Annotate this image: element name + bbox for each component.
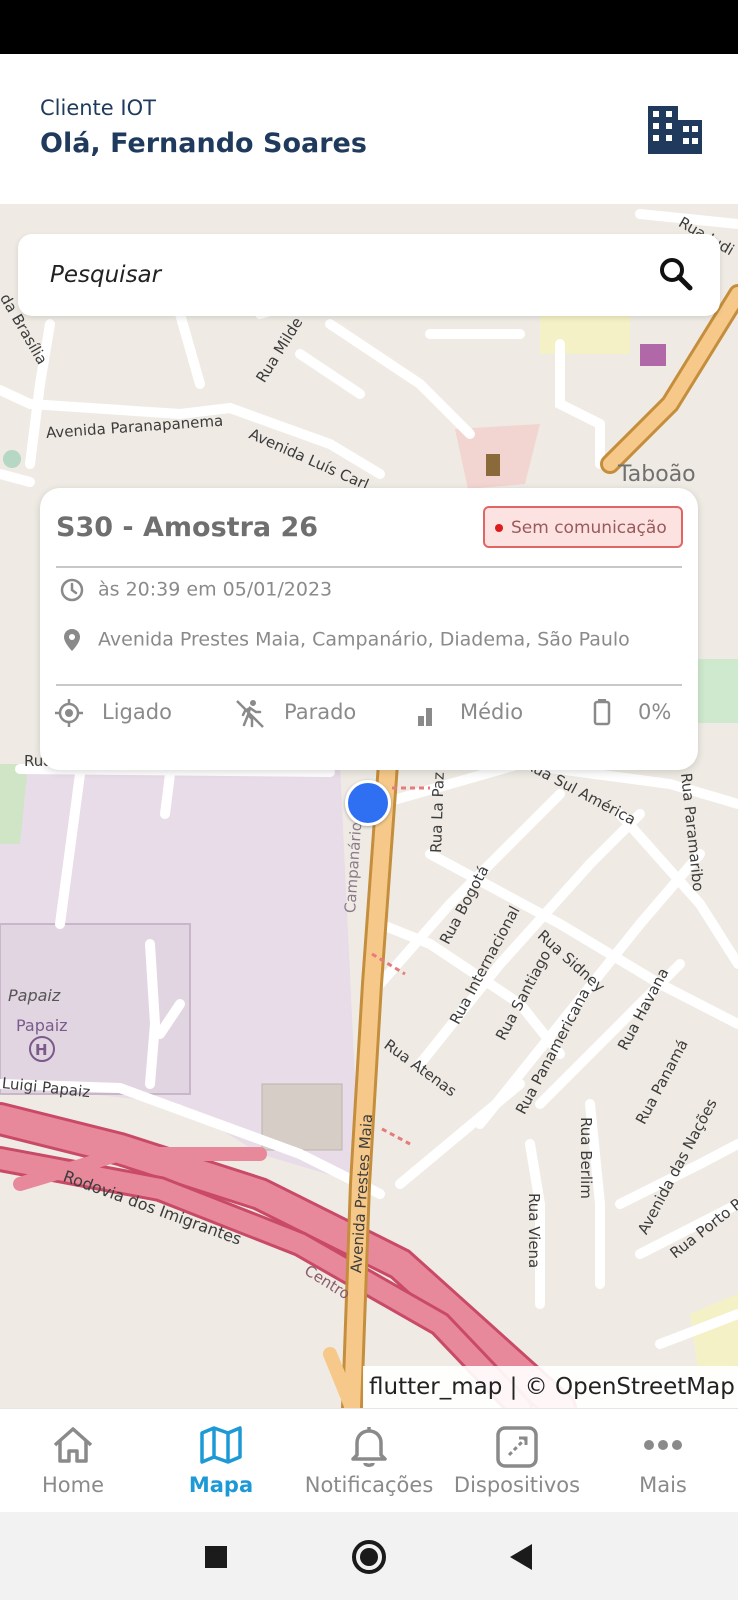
- bell-icon: [351, 1427, 387, 1467]
- nav-item-more[interactable]: Mais: [590, 1409, 736, 1513]
- nav-item-notifications[interactable]: Notificações: [296, 1409, 442, 1513]
- search-input[interactable]: Pesquisar: [50, 262, 161, 288]
- building-icon[interactable]: [648, 106, 702, 154]
- search-icon[interactable]: [656, 254, 696, 294]
- map-label: Papaiz: [16, 1016, 68, 1035]
- map-label: Rua Viena: [525, 1193, 543, 1269]
- svg-text:H: H: [35, 1041, 48, 1059]
- stat-label: 0%: [638, 700, 672, 724]
- battery-icon: [593, 699, 611, 726]
- device-location-marker[interactable]: [345, 780, 391, 826]
- status-bar: [0, 0, 738, 54]
- nav-label: Notificações: [304, 1473, 434, 1497]
- clock-icon: [60, 578, 84, 602]
- last-update-text: às 20:39 em 05/01/2023: [98, 578, 333, 601]
- nav-label: Dispositivos: [453, 1473, 581, 1497]
- nav-label: Mapa: [188, 1473, 254, 1497]
- stat-movement: Parado: [234, 700, 357, 728]
- status-badge-label: Sem comunicação: [511, 518, 667, 538]
- user-greeting: Olá, Fernando Soares: [40, 128, 367, 159]
- stat-signal: Médio: [414, 700, 524, 726]
- map-attribution[interactable]: flutter_map | © OpenStreetMap: [363, 1366, 738, 1408]
- stat-ignition: Ligado: [54, 699, 172, 727]
- nav-item-map[interactable]: Mapa: [148, 1409, 294, 1513]
- divider: [56, 566, 682, 568]
- stat-battery: 0%: [592, 699, 672, 726]
- not-moving-icon: [236, 700, 264, 728]
- signal-bars-icon: [418, 708, 432, 726]
- bottom-navigation: Home Mapa Notificações Dispositivos Mais: [0, 1408, 738, 1512]
- home-icon: [53, 1427, 93, 1463]
- device-name: S30 - Amostra 26: [56, 512, 319, 543]
- map-label: Taboão: [618, 462, 696, 487]
- map-icon: [200, 1426, 242, 1464]
- device-info-card[interactable]: S30 - Amostra 26 Sem comunicação às 20:3…: [40, 488, 698, 770]
- address-text: Avenida Prestes Maia, Campanário, Diadem…: [98, 628, 630, 651]
- timestamp-row: às 20:39 em 05/01/2023: [58, 576, 332, 604]
- recent-apps-icon[interactable]: [205, 1546, 227, 1568]
- map-label: Rua Berlim: [577, 1117, 595, 1199]
- stat-label: Médio: [460, 700, 524, 724]
- search-bar[interactable]: Pesquisar: [18, 234, 720, 316]
- map-label: Rua La Paz: [427, 771, 448, 854]
- stat-label: Ligado: [102, 700, 172, 724]
- more-icon: [644, 1440, 682, 1450]
- map-label: Papaiz: [8, 986, 61, 1005]
- home-button-icon[interactable]: [352, 1540, 386, 1574]
- devices-icon: [496, 1426, 538, 1468]
- address-row: Avenida Prestes Maia, Campanário, Diadem…: [58, 626, 630, 654]
- back-icon[interactable]: [510, 1544, 532, 1570]
- system-navigation-bar: [0, 1512, 738, 1600]
- status-badge: Sem comunicação: [483, 506, 683, 548]
- stat-label: Parado: [284, 700, 357, 724]
- nav-item-devices[interactable]: Dispositivos: [444, 1409, 590, 1513]
- nav-label: Home: [41, 1473, 104, 1497]
- divider: [56, 684, 682, 686]
- gps-fixed-icon: [55, 699, 83, 727]
- header-subtitle: Cliente IOT: [40, 96, 156, 120]
- status-dot-icon: [495, 524, 503, 532]
- location-pin-icon: [64, 629, 80, 651]
- nav-label: Mais: [639, 1473, 687, 1497]
- nav-item-home[interactable]: Home: [0, 1409, 146, 1513]
- app-header: Cliente IOT Olá, Fernando Soares: [0, 54, 738, 204]
